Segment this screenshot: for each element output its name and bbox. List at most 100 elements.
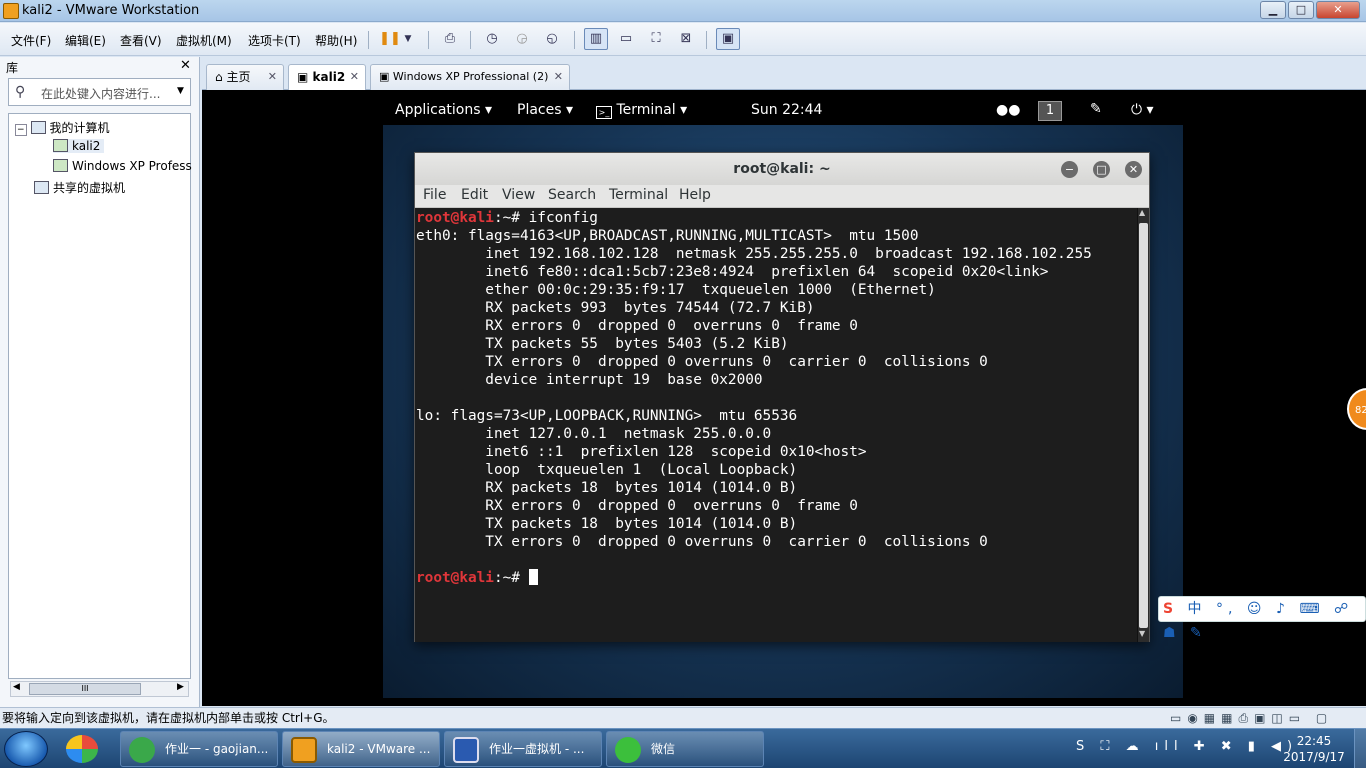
power-menu[interactable]: ⏻ ▾ (1131, 102, 1154, 118)
start-button[interactable] (4, 731, 48, 767)
vm-tab-icon: ▣ (297, 70, 309, 84)
status-bar: 要将输入定向到该虚拟机，请在虚拟机内部单击或按 Ctrl+G。 ▭◉▦▦⎙▣◫▭… (0, 707, 1366, 728)
fullscreen-icon[interactable]: ⛶ (644, 28, 668, 50)
snapshot-icon[interactable]: ◷ (480, 28, 504, 50)
tree-vm-kali2[interactable]: kali2 (53, 139, 105, 153)
menubar: 文件(F) 编辑(E) 查看(V) 虚拟机(M) 选项卡(T) 帮助(H) ❚❚… (0, 23, 1366, 56)
gnome-places-menu[interactable]: Places ▾ (517, 102, 573, 118)
tree-vm-winxp[interactable]: Windows XP Profess (53, 159, 192, 173)
word-icon (453, 737, 479, 763)
wechat-icon (615, 737, 641, 763)
window-titlebar[interactable]: kali2 - VMware Workstation ▁ □ ✕ (0, 0, 1366, 22)
vm-running-icon (53, 139, 68, 152)
terminal-output[interactable]: root@kali:~# ifconfig eth0: flags=4163<UP… (415, 208, 1137, 642)
tab-kali2[interactable]: ▣ kali2 ✕ (288, 64, 366, 91)
tab-close-button[interactable]: ✕ (554, 65, 563, 89)
show-desktop-button[interactable] (1354, 729, 1366, 768)
vm-running-icon (53, 159, 68, 172)
tab-bar: ⌂ 主页 ✕ ▣ kali2 ✕ ▣ Windows XP Profession… (202, 57, 1366, 91)
output-line: inet6 fe80::dca1:5cb7:23e8:4924 prefixle… (416, 264, 1049, 280)
tab-close-button[interactable]: ✕ (268, 65, 277, 89)
scroll-down-icon[interactable]: ▼ (1139, 629, 1145, 638)
active-prompt-line[interactable]: root@kali:~# (416, 569, 1137, 587)
thumbnail-icon[interactable]: ▭ (614, 28, 638, 50)
tree-my-computer[interactable]: − 我的计算机 (15, 119, 110, 136)
pause-icon[interactable]: ❚❚ (378, 28, 402, 50)
menu-vm[interactable]: 虚拟机(M) (176, 32, 232, 49)
scroll-up-icon[interactable]: ▲ (1139, 208, 1145, 217)
terminal-menu-edit[interactable]: Edit (461, 187, 488, 203)
terminal-close-icon[interactable]: ✕ (1125, 161, 1142, 178)
tab-close-button[interactable]: ✕ (350, 65, 359, 89)
home-icon: ⌂ (215, 70, 223, 84)
dropdown-icon[interactable]: ▼ (400, 28, 416, 50)
taskbar-item-vmware[interactable]: kali2 - VMware ... (282, 731, 440, 767)
terminal-minimize-icon[interactable]: − (1061, 161, 1078, 178)
output-line: loop txqueuelen 1 (Local Loopback) (416, 462, 798, 478)
menu-edit[interactable]: 编辑(E) (65, 32, 106, 49)
show-library-icon[interactable]: ▥ (584, 28, 608, 50)
output-line: inet 127.0.0.1 netmask 255.0.0.0 (416, 426, 772, 442)
menu-file[interactable]: 文件(F) (11, 32, 51, 49)
taskbar-item-ie[interactable]: 作业一 - gaojian... (120, 731, 278, 767)
menu-view[interactable]: 查看(V) (120, 32, 162, 49)
scroll-right-icon[interactable]: ▶ (177, 682, 184, 692)
gnome-top-bar: Applications ▾ Places ▾ >_ Terminal ▾ Su… (383, 97, 1183, 125)
gnome-applications-menu[interactable]: Applications ▾ (395, 102, 492, 118)
system-tray-icons[interactable]: S ⛶ ☁ ıll ✚ ✖ ▮ ◀) (1076, 739, 1298, 754)
minimize-button[interactable]: ▁ (1260, 1, 1286, 19)
console-view-icon[interactable]: ▣ (716, 28, 740, 50)
search-input[interactable]: 在此处键入内容进行... (41, 85, 160, 102)
close-button[interactable]: ✕ (1316, 1, 1360, 19)
terminal-menu-terminal[interactable]: Terminal (609, 187, 668, 203)
menu-tabs[interactable]: 选项卡(T) (248, 32, 301, 49)
terminal-menu-help[interactable]: Help (679, 187, 711, 203)
terminal-titlebar[interactable]: root@kali: ~ (415, 153, 1149, 185)
terminal-menu-file[interactable]: File (423, 187, 446, 203)
terminal-menu-view[interactable]: View (502, 187, 535, 203)
library-hscrollbar[interactable]: ◀ III ▶ (10, 681, 189, 697)
terminal-maximize-icon[interactable]: □ (1093, 161, 1110, 178)
camera-icon[interactable]: ●● (996, 102, 1020, 118)
window-title: kali2 - VMware Workstation (22, 3, 200, 18)
ime-toolbar[interactable]: S 中 °, ☺ ♪ ⌨ ☍ ☗ ✎ (1158, 596, 1366, 641)
revert-snapshot-icon[interactable]: ◶ (510, 28, 534, 50)
unity-icon[interactable]: ⊠ (674, 28, 698, 50)
terminal-menu-search[interactable]: Search (548, 187, 596, 203)
taskbar-clock[interactable]: 22:45 2017/9/17 (1282, 733, 1346, 765)
output-line: TX packets 18 bytes 1014 (1014.0 B) (416, 516, 798, 532)
snapshot-manager-icon[interactable]: ◵ (540, 28, 564, 50)
taskbar-item-word[interactable]: 作业一虚拟机 - ... (444, 731, 602, 767)
taskbar-item-wechat[interactable]: 微信 (606, 731, 764, 767)
sogou-icon[interactable]: S (1163, 601, 1178, 617)
terminal-menubar: File Edit View Search Terminal Help (415, 185, 1149, 208)
text-cursor (528, 569, 538, 585)
library-close-button[interactable]: ✕ (180, 58, 191, 73)
shared-vm-icon (34, 181, 49, 194)
terminal-window[interactable]: root@kali: ~ − □ ✕ File Edit View Search… (414, 152, 1150, 642)
gnome-terminal-menu[interactable]: >_ Terminal ▾ (596, 102, 687, 119)
command-line: root@kali:~# ifconfig (416, 209, 1137, 227)
computer-icon (30, 121, 46, 134)
collapse-icon[interactable]: − (15, 124, 27, 136)
chevron-down-icon[interactable]: ▼ (177, 86, 184, 96)
workspace-indicator[interactable]: 1 (1038, 101, 1062, 121)
device-status-icons[interactable]: ▭◉▦▦⎙▣◫▭ ▢ (1170, 708, 1333, 728)
pen-icon[interactable]: ✎ (1090, 101, 1102, 117)
output-line: eth0: flags=4163<UP,BROADCAST,RUNNING,MU… (416, 228, 919, 244)
gnome-clock[interactable]: Sun 22:44 (751, 102, 822, 118)
scroll-thumb[interactable]: III (29, 683, 141, 695)
output-lines: eth0: flags=4163<UP,BROADCAST,RUNNING,MU… (416, 227, 1137, 569)
terminal-scroll-thumb[interactable] (1139, 223, 1148, 628)
tab-home[interactable]: ⌂ 主页 ✕ (206, 64, 284, 90)
output-line: TX packets 55 bytes 5403 (5.2 KiB) (416, 336, 789, 352)
tree-shared-vms[interactable]: 共享的虚拟机 (34, 179, 125, 196)
library-search[interactable]: ⚲ 在此处键入内容进行... ▼ (8, 78, 191, 106)
menu-help[interactable]: 帮助(H) (315, 32, 357, 49)
output-line: inet6 ::1 prefixlen 128 scopeid 0x10<hos… (416, 444, 867, 460)
tab-winxp[interactable]: ▣ Windows XP Professional (2) ✕ (370, 64, 570, 90)
scroll-left-icon[interactable]: ◀ (13, 682, 20, 692)
pinned-app-icon[interactable] (66, 735, 98, 763)
maximize-button[interactable]: □ (1288, 1, 1314, 19)
send-ctrl-alt-del-icon[interactable]: ⎙ (438, 28, 462, 50)
